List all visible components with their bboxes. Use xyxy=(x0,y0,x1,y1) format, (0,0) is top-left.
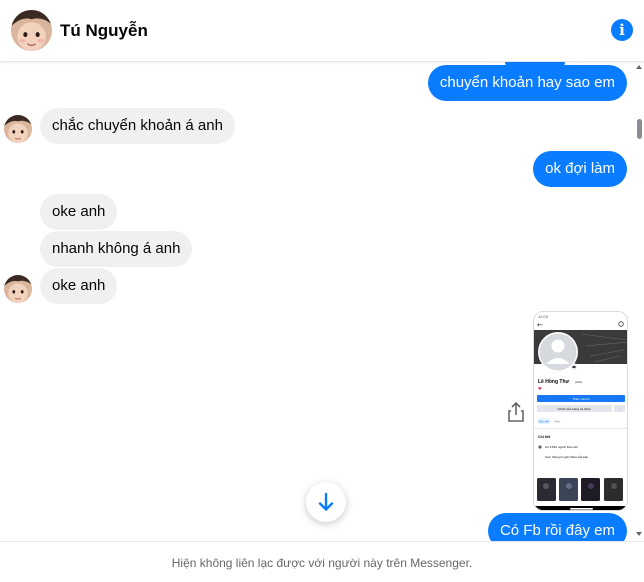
svg-text:···: ··· xyxy=(540,455,543,459)
scroll-to-bottom-button[interactable] xyxy=(306,482,346,522)
profile-screenshot: 12:03 ← Lê Hồng Thư (Hthi) ♥ Thêm vào ti… xyxy=(534,312,627,510)
svg-text:♥: ♥ xyxy=(538,386,542,391)
unavailable-notice: Hiện không liên lạc được với người này t… xyxy=(171,556,473,570)
contact-avatar[interactable] xyxy=(11,10,52,51)
outgoing-message[interactable]: ok đợi làm xyxy=(533,151,627,187)
contact-avatar[interactable] xyxy=(4,275,32,303)
about-link-text: Xem thông tin giới thiệu của bạn xyxy=(545,455,588,459)
incoming-message[interactable]: oke anh xyxy=(40,268,118,304)
contact-avatar[interactable] xyxy=(4,115,32,143)
avatar-face xyxy=(11,10,52,51)
profile-tab-photos: Ảnh xyxy=(554,419,560,424)
outgoing-message[interactable]: chuyển khoản hay sao em xyxy=(427,65,627,101)
message-list[interactable]: chuyển khoản hay sao em chắc chuyển khoả… xyxy=(0,62,644,541)
edit-profile-label: Chỉnh sửa trang cá nhân xyxy=(557,407,590,411)
scrollbar[interactable] xyxy=(635,62,644,541)
avatar-face xyxy=(4,115,32,143)
conversation-header: Tú Nguyễn i xyxy=(0,0,644,62)
scrollbar-thumb[interactable] xyxy=(637,119,642,139)
share-icon[interactable] xyxy=(506,401,526,423)
profile-tab-posts: Bài viết xyxy=(539,420,549,424)
incoming-message[interactable]: nhanh không á anh xyxy=(40,231,193,267)
profile-alt-name: (Hthi) xyxy=(575,380,582,384)
contact-name[interactable]: Tú Nguyễn xyxy=(60,21,148,41)
avatar-face xyxy=(4,275,32,303)
composer-unavailable-bar: Hiện không liên lạc được với người này t… xyxy=(0,541,644,582)
scroll-down-arrow-icon[interactable] xyxy=(636,532,642,536)
incoming-message[interactable]: chắc chuyển khoản á anh xyxy=(40,108,235,144)
followers-text: Có 3.810 người theo dõi xyxy=(545,445,578,449)
svg-text:←: ← xyxy=(537,321,543,329)
info-icon[interactable]: i xyxy=(611,19,633,41)
incoming-message[interactable]: oke anh xyxy=(40,194,118,230)
outgoing-message[interactable]: Có Fb rồi đây em xyxy=(487,513,627,541)
shared-image[interactable]: 12:03 ← Lê Hồng Thư (Hthi) ♥ Thêm vào ti… xyxy=(533,311,628,511)
details-header: Chi tiết xyxy=(538,435,551,439)
profile-name: Lê Hồng Thư xyxy=(538,379,569,385)
arrow-down-icon xyxy=(318,492,334,511)
more-label: ··· xyxy=(618,407,621,411)
scroll-up-arrow-icon[interactable] xyxy=(636,65,642,69)
add-story-label: Thêm vào tin xyxy=(572,397,590,401)
svg-text:12:03: 12:03 xyxy=(538,314,549,319)
